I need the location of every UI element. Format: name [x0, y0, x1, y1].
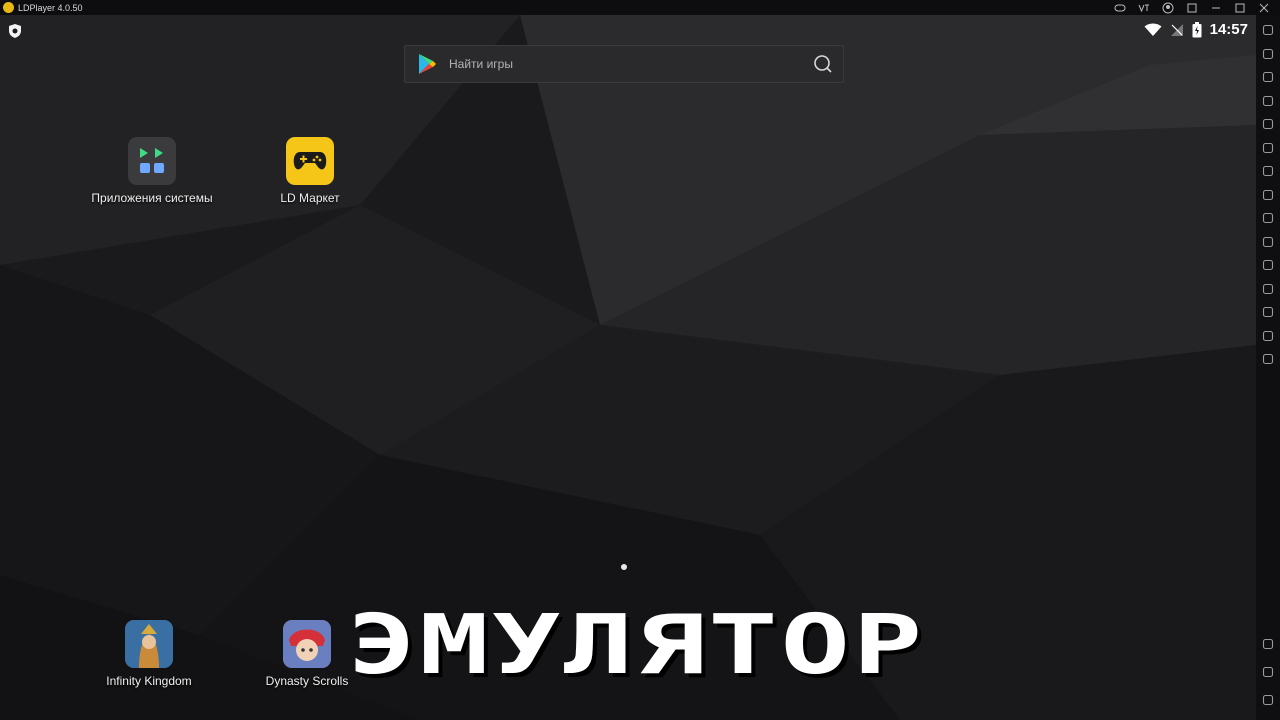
gear-icon[interactable]: [1261, 282, 1275, 296]
back-icon[interactable]: [1261, 637, 1275, 651]
overlay-title: ЭМУЛЯТОР ЭМУЛЯТОР: [347, 599, 927, 689]
minimize-icon[interactable]: [1210, 2, 1222, 14]
ldplayer-logo-icon: [3, 2, 14, 13]
sync-icon[interactable]: [1261, 352, 1275, 366]
clock: 14:57: [1209, 21, 1248, 38]
shield-icon: [9, 24, 21, 38]
vt-icon[interactable]: [1138, 2, 1150, 14]
volume-down-icon[interactable]: [1261, 94, 1275, 108]
gamepad-icon: [286, 137, 334, 185]
gamepad-icon[interactable]: [1114, 2, 1126, 14]
page-indicator-dot: [621, 564, 627, 570]
fullscreen-icon[interactable]: [1261, 117, 1275, 131]
folder-icon[interactable]: [1261, 305, 1275, 319]
emulator-toolbar: [1256, 15, 1280, 720]
home-icon[interactable]: [1261, 665, 1275, 679]
ldplayer-window: LDPlayer 4.0.50 14:57 Найти игры Приложе…: [0, 0, 1280, 720]
window-controls: [1114, 0, 1270, 15]
app-ld-market[interactable]: LD Маркет: [245, 137, 375, 205]
status-bar: 14:57: [1144, 21, 1248, 38]
search-icon[interactable]: [813, 54, 833, 74]
app-label: Infinity Kingdom: [106, 674, 192, 688]
search-placeholder: Найти игры: [449, 57, 513, 71]
settings-icon[interactable]: [1261, 23, 1275, 37]
apk-install-icon[interactable]: [1261, 258, 1275, 272]
volume-up-icon[interactable]: [1261, 70, 1275, 84]
screenshot-icon[interactable]: [1261, 164, 1275, 178]
dynasty-scrolls-game-icon: [283, 620, 331, 668]
close-icon[interactable]: [1258, 2, 1270, 14]
multi-instance-icon[interactable]: [1261, 188, 1275, 202]
maximize-icon[interactable]: [1234, 2, 1246, 14]
recent-apps-icon[interactable]: [1261, 693, 1275, 707]
keyboard-icon[interactable]: [1261, 47, 1275, 61]
app-label: Приложения системы: [91, 191, 213, 205]
wifi-icon: [1144, 23, 1162, 37]
title-bar: LDPlayer 4.0.50: [0, 0, 1280, 15]
overlay-title-text: ЭМУЛЯТОР: [347, 599, 925, 689]
rotate-icon[interactable]: [1261, 141, 1275, 155]
location-icon[interactable]: [1261, 329, 1275, 343]
window-title: LDPlayer 4.0.50: [18, 2, 83, 13]
android-home-screen: 14:57 Найти игры Приложения системы LD М…: [0, 15, 1256, 720]
app-label: LD Маркет: [280, 191, 340, 205]
app-label: Dynasty Scrolls: [265, 674, 349, 688]
video-record-icon[interactable]: [1261, 235, 1275, 249]
app-infinity-kingdom[interactable]: Infinity Kingdom: [84, 620, 214, 688]
system-apps-folder-icon: [128, 137, 176, 185]
account-icon[interactable]: [1162, 2, 1174, 14]
infinity-kingdom-game-icon: [125, 620, 173, 668]
google-play-icon: [419, 54, 436, 74]
no-signal-icon: [1170, 23, 1184, 37]
play-store-search-bar[interactable]: Найти игры: [404, 45, 844, 83]
battery-icon: [1192, 21, 1202, 38]
scissors-icon[interactable]: [1261, 211, 1275, 225]
app-system-apps[interactable]: Приложения системы: [87, 137, 217, 205]
menu-icon[interactable]: [1186, 2, 1198, 14]
